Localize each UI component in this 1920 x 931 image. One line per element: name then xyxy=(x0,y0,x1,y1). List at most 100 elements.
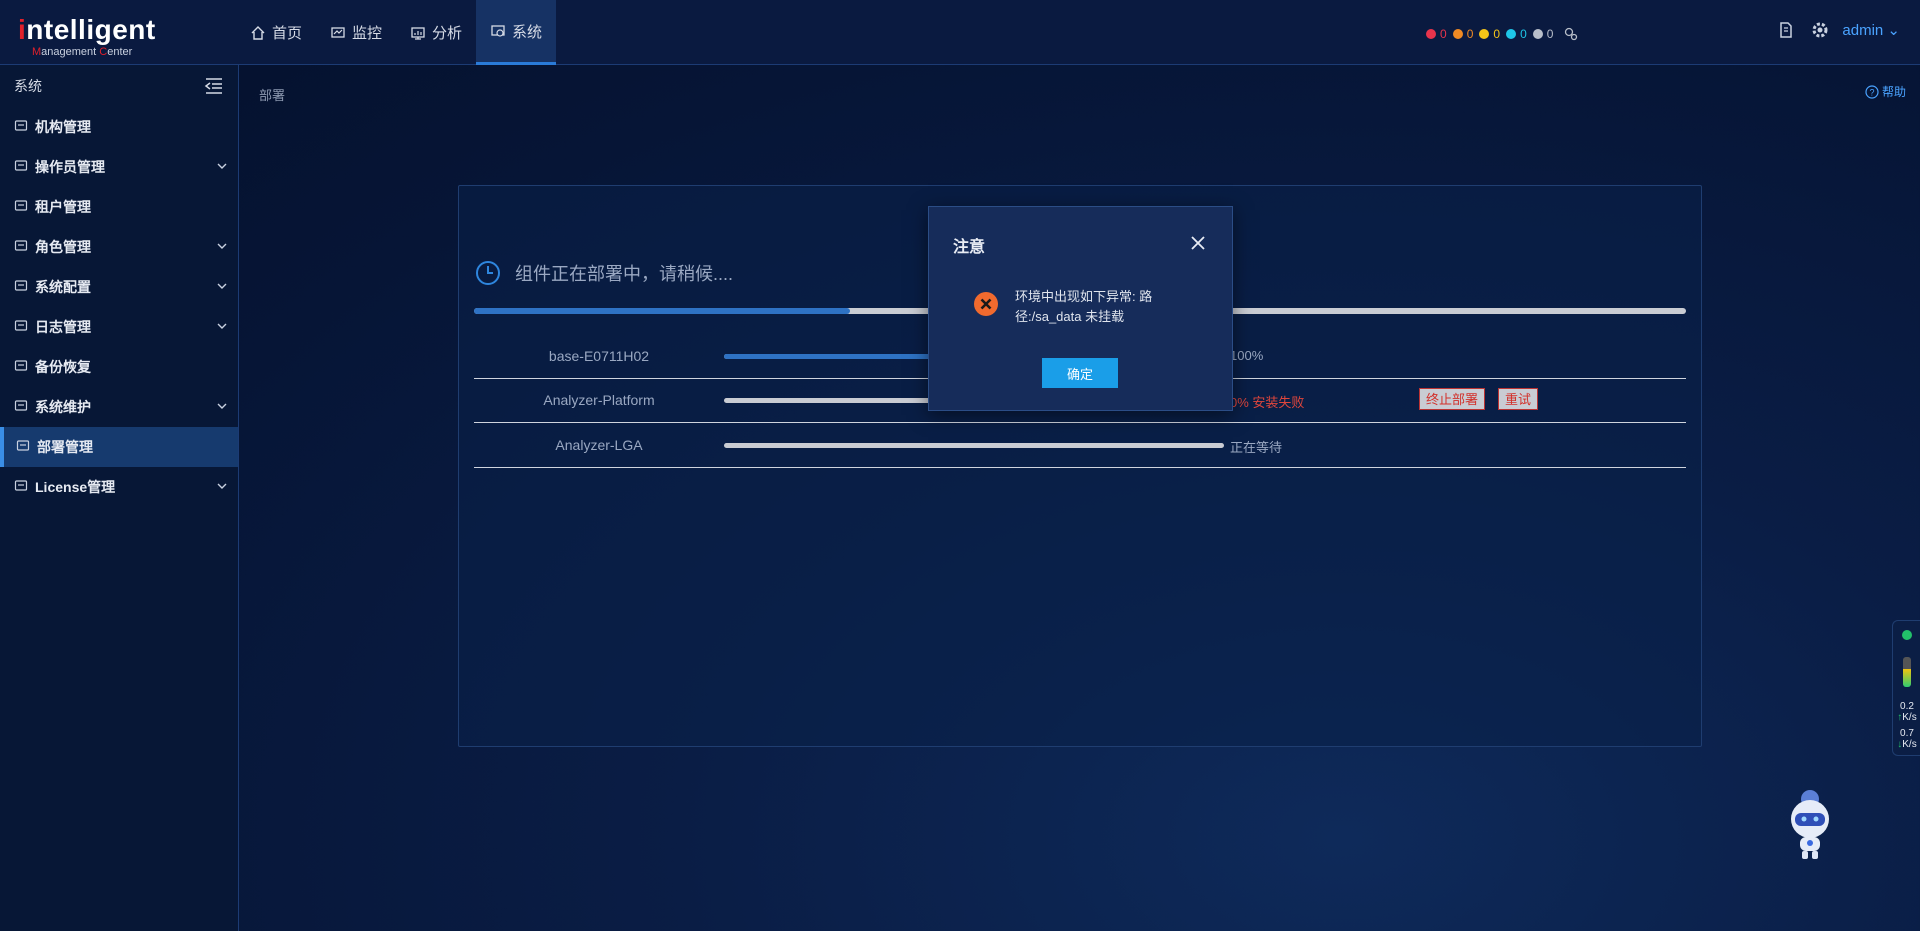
nav-monitor[interactable]: 监控 xyxy=(316,0,396,65)
dialog-title: 注意 xyxy=(953,239,986,256)
sidebar: 系统 机构管理 操作员管理 租户管理 角色管理 系统配置 日志管理 备份恢复 系统维护 部署管理… xyxy=(0,65,239,931)
alarm-minor-count: 0 xyxy=(1493,27,1501,41)
help-label: 帮助 xyxy=(1881,85,1906,99)
sidebar-item[interactable]: 租户管理 xyxy=(0,187,238,227)
network-widget[interactable]: 0.2 ↑K/s 0.7 ↓K/s xyxy=(1892,620,1920,756)
nav-system[interactable]: 系统 xyxy=(476,0,557,65)
alarm-info-count: 0 xyxy=(1546,27,1554,41)
user-menu[interactable]: admin ⌄ xyxy=(1842,21,1900,39)
license-icon xyxy=(14,479,30,495)
chevron-down-icon[interactable] xyxy=(216,400,228,412)
sidebar-item[interactable]: 系统维护 xyxy=(0,387,238,427)
nav-home-label: 首页 xyxy=(272,25,303,42)
alarm-info-icon xyxy=(1532,29,1543,39)
alarm-counters: 0 0 0 0 0 xyxy=(1426,26,1579,42)
download-value: 0.7 xyxy=(1900,728,1914,739)
sidebar-item[interactable]: 系统配置 xyxy=(0,267,238,307)
chevron-down-icon[interactable] xyxy=(216,280,228,292)
alarm-settings-icon[interactable] xyxy=(1563,26,1579,42)
overall-progress-fill xyxy=(474,308,850,314)
sidebar-item[interactable]: 机构管理 xyxy=(0,107,238,147)
deploy-status-header: 组件正在部署中，请稍候.... xyxy=(475,260,733,286)
alarm-critical-count: 0 xyxy=(1440,27,1447,41)
nav-analysis[interactable]: 分析 xyxy=(396,0,476,65)
tenant-icon xyxy=(14,199,30,215)
logo-sub-m: M xyxy=(32,46,42,58)
logo[interactable]: intelligent Management Center xyxy=(18,14,155,58)
sidebar-item-label: 操作员管理 xyxy=(35,159,105,175)
alarm-critical-icon xyxy=(1426,29,1436,39)
stop-deploy-button[interactable]: 终止部署 xyxy=(1419,388,1486,410)
sidebar-item-label: License管理 xyxy=(35,479,116,495)
component-row: Analyzer-LGA 正在等待 xyxy=(474,423,1686,468)
logo-main-text: ntelligent xyxy=(26,14,156,45)
retry-button[interactable]: 重试 xyxy=(1498,388,1539,410)
clock-icon xyxy=(475,260,501,286)
alarm-warning-icon xyxy=(1506,29,1517,39)
nav-home[interactable]: 首页 xyxy=(236,0,316,65)
gear-icon[interactable] xyxy=(1810,20,1830,40)
deploy-icon xyxy=(16,439,32,455)
log-icon xyxy=(14,319,30,335)
chevron-down-icon[interactable] xyxy=(216,320,228,332)
sidebar-item-label: 部署管理 xyxy=(37,439,93,455)
alarm-info[interactable]: 0 xyxy=(1532,27,1554,41)
sidebar-item[interactable]: 日志管理 xyxy=(0,307,238,347)
alarm-minor-icon xyxy=(1479,29,1490,39)
sidebar-item-label: 机构管理 xyxy=(35,119,91,135)
upload-value: 0.2 xyxy=(1900,701,1914,712)
monitor-icon xyxy=(330,25,346,41)
alarm-warning-count: 0 xyxy=(1520,27,1527,41)
close-icon[interactable] xyxy=(1190,235,1206,251)
sidebar-item[interactable]: 角色管理 xyxy=(0,227,238,267)
sidebar-item-label: 角色管理 xyxy=(35,239,91,255)
help-link[interactable]: ? 帮助 xyxy=(1865,83,1906,100)
nav-system-label: 系统 xyxy=(512,23,543,41)
chevron-down-icon: ⌄ xyxy=(1887,22,1900,39)
logo-sub-end: enter xyxy=(107,46,133,58)
alarm-minor[interactable]: 0 xyxy=(1479,27,1500,41)
robot-assistant-icon[interactable] xyxy=(1782,785,1838,861)
status-dot xyxy=(1902,630,1912,640)
top-right-tools: admin ⌄ xyxy=(1762,20,1900,40)
component-progress-bar xyxy=(724,443,1224,448)
sidebar-item-label: 系统维护 xyxy=(35,399,91,415)
alarm-major[interactable]: 0 xyxy=(1452,27,1473,41)
alarm-critical[interactable]: 0 xyxy=(1426,27,1447,41)
system-icon xyxy=(490,23,506,39)
confirm-button[interactable]: 确定 xyxy=(1042,358,1118,388)
nav-monitor-label: 监控 xyxy=(352,25,383,42)
collapse-menu-icon[interactable] xyxy=(204,77,224,95)
component-status: 100% xyxy=(1230,348,1264,363)
alarm-warning[interactable]: 0 xyxy=(1506,27,1527,41)
sidebar-item[interactable]: 部署管理 xyxy=(0,427,238,467)
nav-analysis-label: 分析 xyxy=(432,25,463,42)
maintenance-icon xyxy=(14,399,30,415)
sidebar-item-label: 租户管理 xyxy=(35,199,91,215)
chevron-down-icon[interactable] xyxy=(216,240,228,252)
sidebar-item[interactable]: License管理 xyxy=(0,467,238,507)
top-bar: intelligent Management Center 首页 监控 分析 系… xyxy=(0,0,1920,65)
usage-gauge xyxy=(1903,657,1911,687)
analysis-icon xyxy=(410,25,426,41)
sidebar-item[interactable]: 操作员管理 xyxy=(0,147,238,187)
breadcrumb: 部署 xyxy=(259,88,286,103)
chevron-down-icon[interactable] xyxy=(216,480,228,492)
component-status: 正在等待 xyxy=(1230,440,1283,455)
alert-dialog: 注意 环境中出现如下异常: 路径:/sa_data 未挂载 确定 xyxy=(928,206,1233,411)
main-nav: 首页 监控 分析 系统 xyxy=(236,0,557,65)
document-icon[interactable] xyxy=(1776,20,1796,40)
dialog-message: 环境中出现如下异常: 路径:/sa_data 未挂载 xyxy=(1015,289,1153,324)
sidebar-item-label: 日志管理 xyxy=(35,319,91,335)
sidebar-item[interactable]: 备份恢复 xyxy=(0,347,238,387)
download-unit: K/s xyxy=(1902,739,1917,750)
sidebar-item-label: 系统配置 xyxy=(35,279,91,295)
role-icon xyxy=(14,239,30,255)
sidebar-item-label: 备份恢复 xyxy=(35,359,91,375)
help-icon: ? xyxy=(1865,84,1879,99)
org-icon xyxy=(14,119,30,135)
download-rate: 0.7 ↓K/s xyxy=(1893,728,1920,750)
sidebar-menu: 机构管理操作员管理租户管理角色管理系统配置日志管理备份恢复系统维护部署管理 Lic… xyxy=(0,107,238,507)
operator-icon xyxy=(14,159,30,175)
chevron-down-icon[interactable] xyxy=(216,160,228,172)
